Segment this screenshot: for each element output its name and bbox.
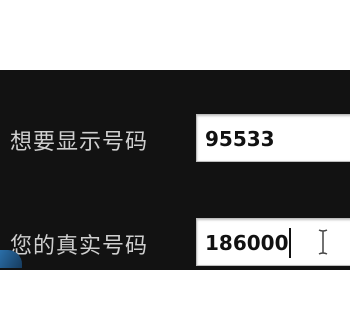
display-number-input[interactable] bbox=[205, 123, 350, 155]
display-number-field[interactable] bbox=[196, 114, 350, 162]
screen: 想要显示号码 您的真实号码 bbox=[0, 0, 350, 335]
real-number-field[interactable] bbox=[196, 218, 350, 266]
display-number-label: 想要显示号码 bbox=[10, 130, 149, 155]
text-caret bbox=[289, 228, 291, 258]
number-form-panel: 想要显示号码 您的真实号码 bbox=[0, 70, 350, 270]
real-number-label: 您的真实号码 bbox=[10, 234, 149, 259]
ibeam-cursor-icon bbox=[318, 229, 328, 255]
